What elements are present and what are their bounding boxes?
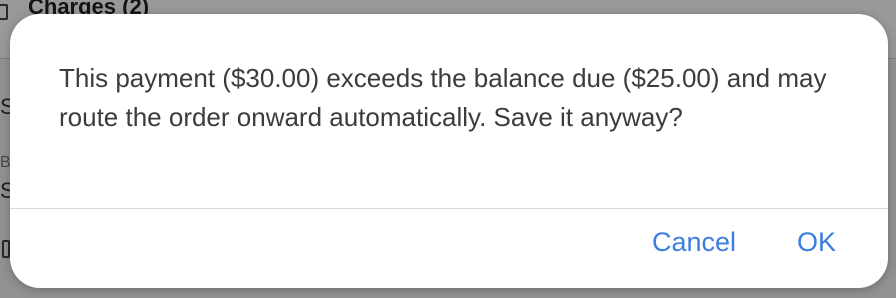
- overpayment-confirm-dialog: This payment ($30.00) exceeds the balanc…: [10, 14, 888, 288]
- dialog-message: This payment ($30.00) exceeds the balanc…: [59, 63, 827, 132]
- dialog-actions: Cancel OK: [10, 209, 888, 288]
- cancel-button[interactable]: Cancel: [652, 227, 736, 258]
- ok-button[interactable]: OK: [797, 227, 836, 258]
